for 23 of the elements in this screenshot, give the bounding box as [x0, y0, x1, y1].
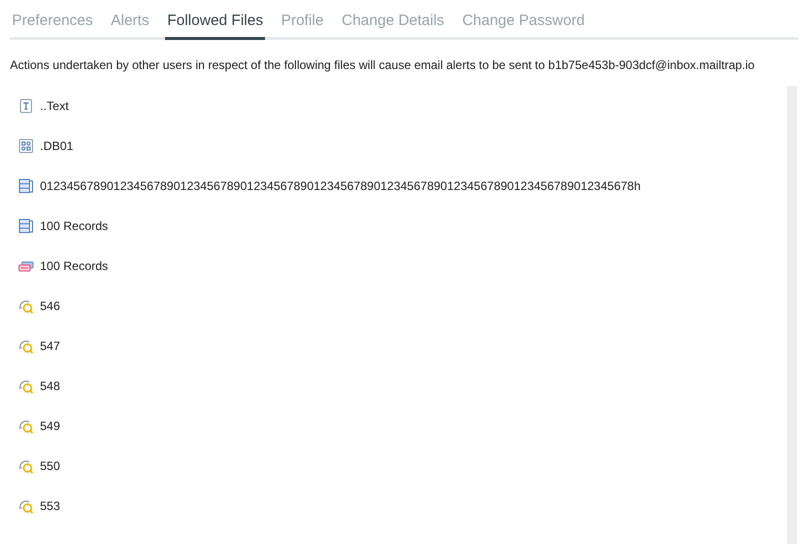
file-link[interactable]: .DB01 [40, 137, 74, 155]
file-link[interactable]: 549 [40, 417, 60, 435]
intro-text: Actions undertaken by other users in respect of the following files will cause email alerts to be sent to b1b75e453b-903dcf@inbox.mailtrap.io [10, 57, 756, 74]
table-icon [18, 178, 34, 194]
query-icon [18, 378, 34, 394]
query-icon [18, 418, 34, 434]
file-link[interactable]: 546 [40, 297, 60, 315]
query-icon [18, 338, 34, 354]
file-link[interactable]: 548 [40, 377, 60, 395]
text-file-icon [18, 98, 34, 114]
file-link[interactable]: 550 [40, 457, 60, 475]
file-link[interactable]: ..Text [40, 97, 69, 115]
dashboard-icon [18, 138, 34, 154]
query-icon [18, 458, 34, 474]
file-link[interactable]: 553 [40, 497, 60, 515]
file-link[interactable]: 100 Records [40, 217, 108, 235]
file-link[interactable]: 100 Records [40, 257, 108, 275]
query-icon [18, 298, 34, 314]
table-icon [18, 218, 34, 234]
query-icon [18, 498, 34, 514]
file-link[interactable]: 547 [40, 337, 60, 355]
tab[interactable]: Followed Files [165, 10, 266, 40]
file-link[interactable]: 01234567890123456789012345678901234567890123456789012345678901234567890123456789012345678h [40, 177, 641, 195]
